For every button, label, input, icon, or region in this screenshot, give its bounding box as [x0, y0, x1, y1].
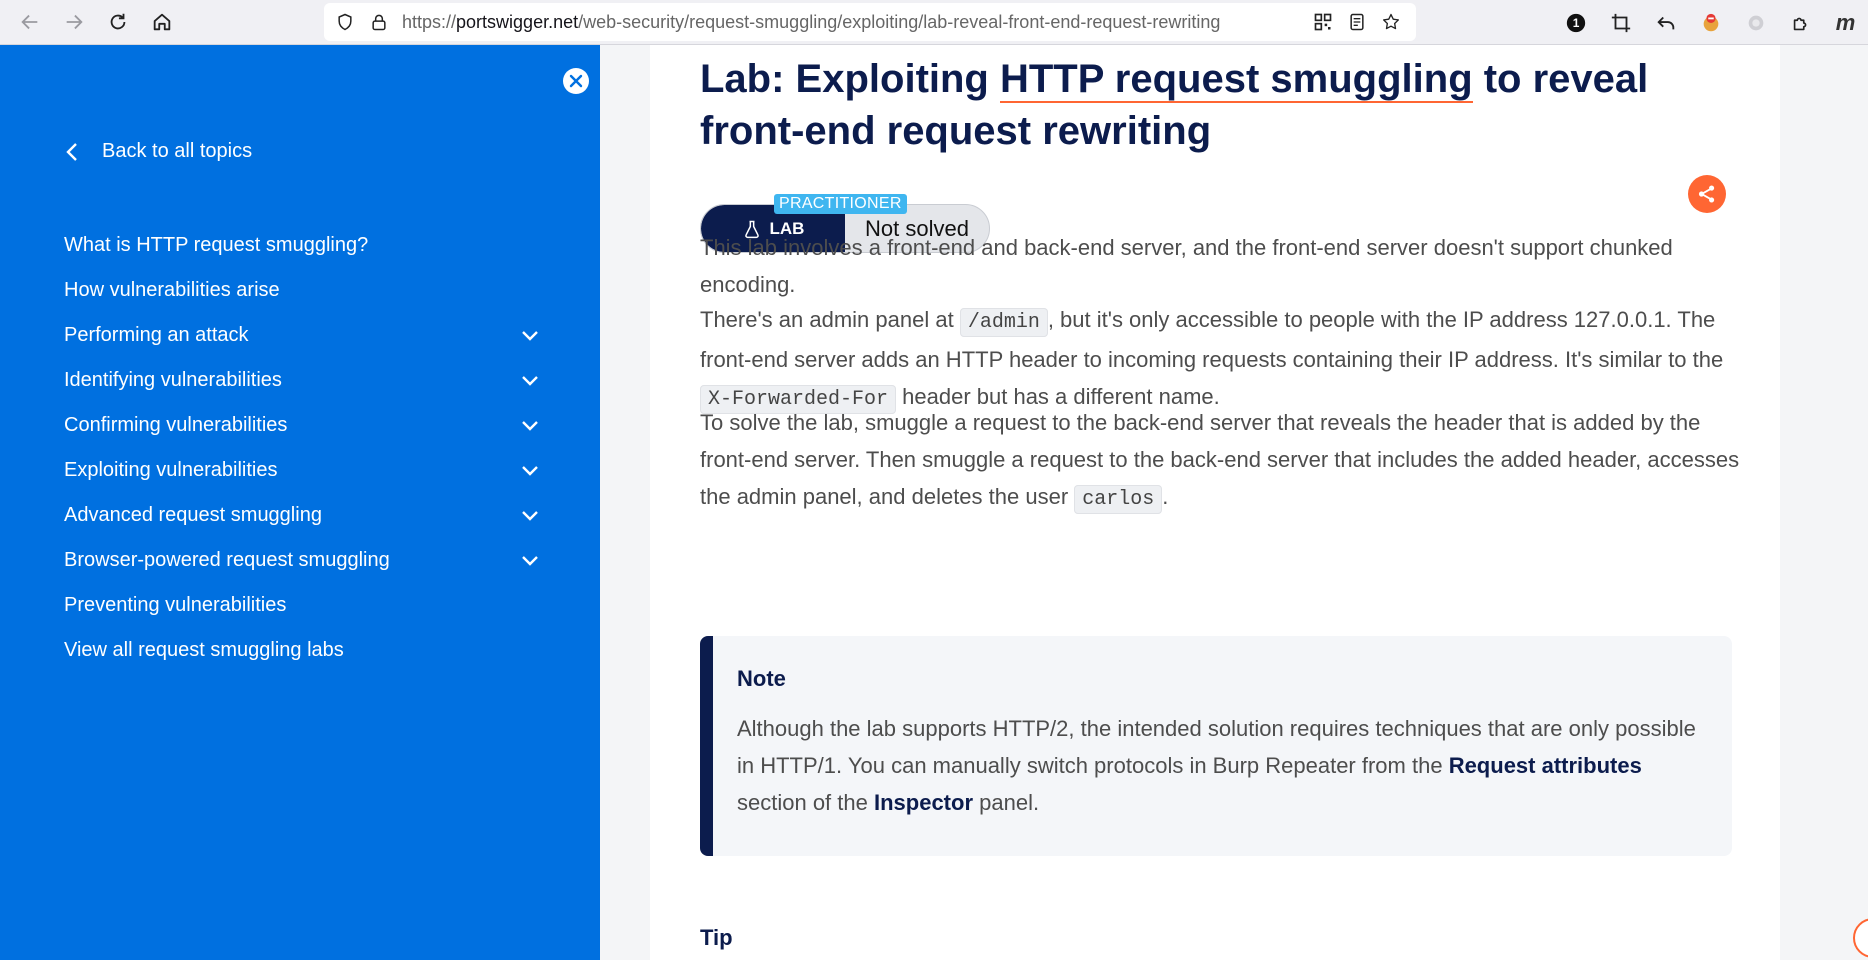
- note-emphasis-request-attributes: Request attributes: [1448, 753, 1642, 778]
- reader-view-icon[interactable]: [1340, 5, 1374, 39]
- intro-text: This lab involves a front-end and back-e…: [700, 235, 1673, 297]
- chevron-down-icon[interactable]: [521, 375, 539, 387]
- close-sidebar-icon[interactable]: [563, 68, 589, 94]
- sidebar-item-what-is[interactable]: What is HTTP request smuggling?: [64, 223, 544, 268]
- browser-toolbar: https://portswigger.net/web-security/req…: [0, 0, 1868, 45]
- address-bar[interactable]: https://portswigger.net/web-security/req…: [324, 3, 1416, 41]
- sidebar-item-advanced[interactable]: Advanced request smuggling: [64, 493, 544, 538]
- topic-nav-list: What is HTTP request smuggling? How vuln…: [64, 223, 544, 673]
- chevron-down-icon[interactable]: [521, 420, 539, 432]
- back-to-topics-link[interactable]: Back to all topics: [65, 140, 252, 163]
- note-box: Note Although the lab supports HTTP/2, t…: [700, 636, 1732, 856]
- notification-badge-icon[interactable]: 1: [1553, 3, 1598, 43]
- topics-sidebar: Back to all topics What is HTTP request …: [0, 45, 600, 960]
- title-underlined-term: HTTP request smuggling: [999, 57, 1473, 103]
- note-text-part: panel.: [973, 790, 1040, 815]
- sidebar-item-preventing[interactable]: Preventing vulnerabilities: [64, 583, 544, 628]
- profile-initial: m: [1835, 9, 1856, 35]
- admin-panel-paragraph: There's an admin panel at /admin, but it…: [700, 301, 1740, 418]
- url-text[interactable]: https://portswigger.net/web-security/req…: [402, 12, 1220, 33]
- solve-paragraph: To solve the lab, smuggle a request to t…: [700, 404, 1740, 518]
- sidebar-item-label: Browser-powered request smuggling: [64, 549, 390, 571]
- sidebar-item-label: Identifying vulnerabilities: [64, 369, 282, 391]
- bookmark-star-icon[interactable]: [1374, 5, 1408, 39]
- qr-code-icon[interactable]: [1306, 5, 1340, 39]
- url-scheme: https://: [402, 11, 457, 32]
- note-text-part: section of the: [737, 790, 874, 815]
- sidebar-item-label: View all request smuggling labs: [64, 639, 344, 661]
- chevron-down-icon[interactable]: [521, 465, 539, 477]
- shield-icon[interactable]: [328, 5, 362, 39]
- sidebar-item-label: Advanced request smuggling: [64, 504, 322, 526]
- page-title: Lab: Exploiting HTTP request smuggling t…: [700, 53, 1700, 157]
- chevron-down-icon[interactable]: [521, 510, 539, 522]
- title-text-start: Lab: Exploiting: [700, 57, 1000, 101]
- chevron-down-icon[interactable]: [521, 555, 539, 567]
- sidebar-item-label: Confirming vulnerabilities: [64, 414, 288, 436]
- sidebar-item-identifying[interactable]: Identifying vulnerabilities: [64, 358, 544, 403]
- chevron-down-icon[interactable]: [521, 330, 539, 342]
- note-title: Note: [737, 666, 786, 691]
- share-button[interactable]: [1688, 175, 1726, 213]
- profile-m-icon[interactable]: m: [1823, 3, 1868, 43]
- extension-gray-icon[interactable]: [1733, 3, 1778, 43]
- crop-screenshot-icon[interactable]: [1598, 3, 1643, 43]
- sidebar-item-label: How vulnerabilities arise: [64, 279, 280, 301]
- url-domain: portswigger.net: [456, 11, 579, 32]
- para-text: .: [1162, 484, 1169, 509]
- sidebar-item-label: What is HTTP request smuggling?: [64, 234, 369, 256]
- sidebar-item-exploiting[interactable]: Exploiting vulnerabilities: [64, 448, 544, 493]
- sidebar-item-how-arise[interactable]: How vulnerabilities arise: [64, 268, 544, 313]
- sidebar-item-label: Exploiting vulnerabilities: [64, 459, 278, 481]
- lock-icon[interactable]: [362, 5, 396, 39]
- tip-heading: Tip: [700, 925, 733, 950]
- forward-arrow-icon[interactable]: [52, 2, 96, 42]
- sidebar-item-label: Preventing vulnerabilities: [64, 594, 287, 616]
- note-text: Although the lab supports HTTP/2, the in…: [737, 710, 1697, 821]
- undo-arrow-icon[interactable]: [1643, 3, 1688, 43]
- sidebar-item-label: Performing an attack: [64, 324, 249, 346]
- home-icon[interactable]: [140, 2, 184, 42]
- sidebar-item-performing[interactable]: Performing an attack: [64, 313, 544, 358]
- extensions-puzzle-icon[interactable]: [1778, 3, 1823, 43]
- back-arrow-icon[interactable]: [8, 2, 52, 42]
- inline-code-admin: /admin: [959, 308, 1048, 337]
- url-path: /web-security/request-smuggling/exploiti…: [578, 11, 1221, 32]
- sidebar-item-browser-powered[interactable]: Browser-powered request smuggling: [64, 538, 544, 583]
- para-text: To solve the lab, smuggle a request to t…: [700, 410, 1740, 509]
- extension-cat-icon[interactable]: [1688, 3, 1733, 43]
- sidebar-item-confirming[interactable]: Confirming vulnerabilities: [64, 403, 544, 448]
- chevron-left-icon: [66, 142, 77, 161]
- intro-paragraph: This lab involves a front-end and back-e…: [700, 229, 1740, 303]
- difficulty-badge: PRACTITIONER: [774, 194, 907, 214]
- reload-icon[interactable]: [96, 2, 140, 42]
- para-text: There's an admin panel at: [700, 307, 960, 332]
- back-link-label: Back to all topics: [102, 140, 253, 162]
- inline-code-user: carlos: [1074, 485, 1163, 514]
- share-icon: [1698, 185, 1715, 203]
- sidebar-item-all-labs[interactable]: View all request smuggling labs: [64, 628, 544, 673]
- lab-content: Lab: Exploiting HTTP request smuggling t…: [650, 45, 1780, 960]
- notification-count: 1: [1572, 16, 1579, 30]
- note-emphasis-inspector: Inspector: [873, 790, 974, 815]
